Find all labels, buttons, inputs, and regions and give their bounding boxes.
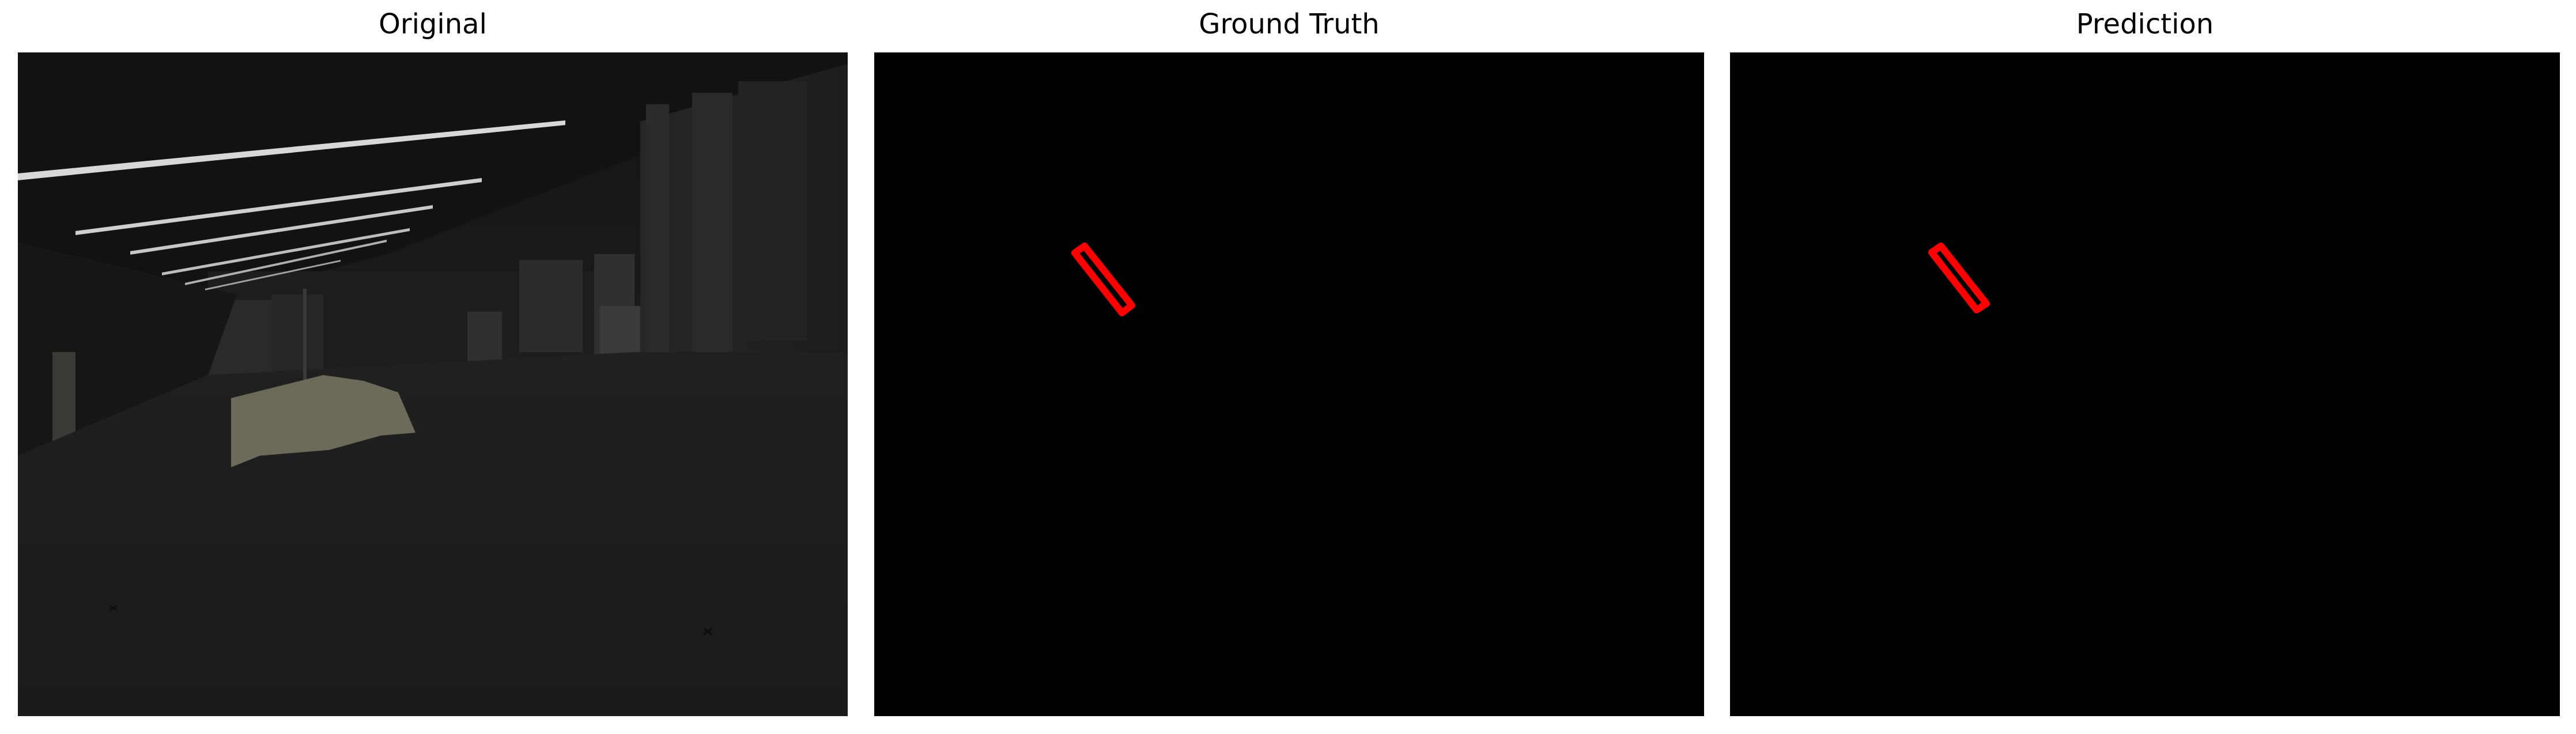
panel-original: Original [18,0,848,734]
panel-title-ground-truth: Ground Truth [1199,8,1380,40]
panel-title-prediction: Prediction [2076,8,2214,40]
original-scene [18,52,848,716]
panel-title-original: Original [379,8,487,40]
prediction-mask [1730,52,2560,716]
panel-ground-truth: Ground Truth [874,0,1704,734]
original-image [18,52,848,716]
panel-prediction: Prediction [1730,0,2560,734]
prediction-mask-canvas [1730,52,2560,716]
ground-truth-mask [874,52,1704,716]
ground-truth-mask-canvas [874,52,1704,716]
